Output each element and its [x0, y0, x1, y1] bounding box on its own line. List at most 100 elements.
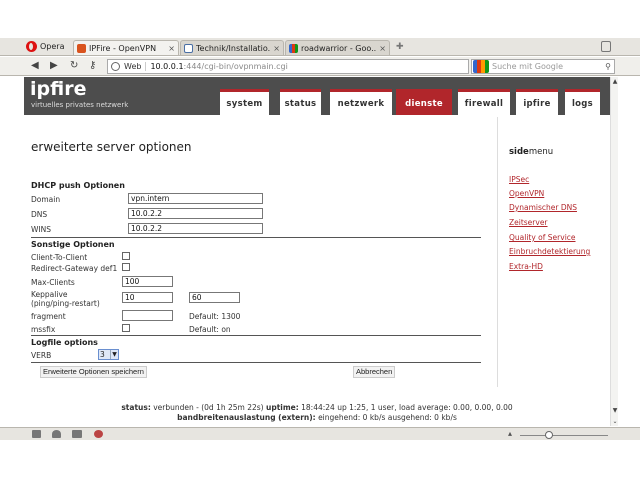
verb-select[interactable]: 3 ▼	[98, 349, 119, 360]
sidemenu-item-openvpn[interactable]: OpenVPN	[509, 189, 544, 198]
vertical-scrollbar[interactable]: ▲ ▼ ⌄	[610, 77, 618, 426]
dhcp-section-heading: DHCP push Optionen	[31, 181, 125, 190]
section-divider	[31, 237, 481, 238]
search-icon[interactable]: ⚲	[605, 62, 611, 71]
sidemenu-item-ipsec[interactable]: IPSec	[509, 175, 529, 184]
section-divider	[31, 362, 481, 363]
dns-input[interactable]	[128, 208, 263, 219]
address-url[interactable]: 10.0.0.1:444/cgi-bin/ovpnmain.cgi	[145, 62, 288, 71]
bandwidth-line: bandbreitenauslastung (extern): eingehen…	[24, 413, 610, 423]
sidemenu-item-ids[interactable]: Einbruchdetektierung	[509, 247, 590, 256]
wins-input[interactable]	[128, 223, 263, 234]
scroll-up-icon[interactable]: ▲	[611, 78, 619, 85]
nav-tab-status[interactable]: status	[280, 89, 321, 115]
keepalive-ping-input[interactable]	[122, 292, 173, 303]
opera-logo-icon	[26, 41, 37, 52]
trash-icon[interactable]	[601, 41, 611, 52]
domain-label: Domain	[31, 195, 61, 204]
sidemenu-item-dynamic-dns[interactable]: Dynamischer DNS	[509, 203, 577, 212]
client-to-client-checkbox[interactable]	[122, 252, 130, 260]
brand-logo[interactable]: ipfire	[30, 78, 86, 100]
status-label: status:	[121, 403, 151, 412]
keepalive-sublabel: (ping/ping-restart)	[31, 299, 100, 308]
section-divider	[31, 335, 481, 336]
key-icon[interactable]: ⚷	[89, 60, 96, 71]
address-bar[interactable]: Web 10.0.0.1:444/cgi-bin/ovpnmain.cgi	[107, 59, 469, 74]
cancel-button[interactable]: Abbrechen	[353, 366, 396, 378]
status-footer: status: verbunden - (0d 1h 25m 22s) upti…	[24, 403, 610, 423]
keepalive-restart-input[interactable]	[189, 292, 240, 303]
wins-label: WINS	[31, 225, 51, 234]
sidemenu-title-bold: side	[509, 147, 529, 157]
turbo-icon[interactable]	[94, 430, 103, 438]
other-section-heading: Sonstige Optionen	[31, 240, 115, 249]
zoom-slider-track[interactable]	[520, 435, 608, 436]
globe-icon	[111, 62, 120, 71]
close-tab-icon[interactable]: ×	[273, 44, 280, 53]
chevron-down-icon: ▼	[110, 350, 118, 359]
close-tab-icon[interactable]: ×	[379, 44, 386, 53]
max-clients-input[interactable]	[122, 276, 173, 287]
fragment-label: fragment	[31, 312, 66, 321]
browser-tab-bar: Opera IPFire - OpenVPN × Technik/Install…	[0, 38, 640, 56]
network-icon[interactable]	[72, 430, 82, 438]
browser-tab-ipfire[interactable]: IPFire - OpenVPN ×	[73, 40, 179, 55]
mssfix-checkbox[interactable]	[122, 324, 130, 332]
sidemenu-item-zeitserver[interactable]: Zeitserver	[509, 218, 548, 227]
google-logo-icon	[473, 60, 489, 73]
status-text: verbunden - (0d 1h 25m 22s)	[153, 403, 264, 412]
url-path: :444/cgi-bin/ovpnmain.cgi	[183, 62, 288, 71]
sidemenu-title-rest: menu	[528, 147, 554, 157]
new-tab-icon[interactable]: ✚	[396, 42, 404, 52]
search-box[interactable]: Suche mit Google ⚲	[471, 59, 615, 74]
cloud-icon[interactable]	[52, 430, 61, 438]
ipfire-header: ipfire virtuelles privates netzwerk syst…	[24, 77, 610, 115]
scroll-down-small-icon[interactable]: ▼	[611, 407, 619, 414]
zoom-out-icon[interactable]: ▴	[508, 429, 512, 438]
save-advanced-options-button[interactable]: Erweiterte Optionen speichern	[40, 366, 147, 378]
page-title: erweiterte server optionen	[31, 140, 192, 154]
url-host: 10.0.0.1	[150, 62, 184, 71]
status-line: status: verbunden - (0d 1h 25m 22s) upti…	[24, 403, 610, 413]
nav-tab-system[interactable]: system	[220, 89, 269, 115]
reload-icon[interactable]: ↻	[70, 60, 78, 71]
ipfire-favicon-icon	[77, 43, 86, 53]
fragment-default: Default: 1300	[189, 312, 241, 321]
scroll-end-icon[interactable]: ⌄	[611, 418, 619, 425]
address-mode-label: Web	[124, 62, 142, 71]
nav-tab-dienste[interactable]: dienste	[396, 89, 452, 115]
tab-title: roadwarrior - Goo...	[301, 43, 377, 53]
forward-arrow-icon[interactable]: ▶	[50, 60, 58, 71]
panel-toggle-icon[interactable]	[32, 430, 41, 438]
bandwidth-text: eingehend: 0 kb/s ausgehend: 0 kb/s	[318, 413, 457, 422]
opera-menu-label: Opera	[40, 42, 65, 51]
search-placeholder: Suche mit Google	[492, 62, 563, 71]
uptime-text: 18:44:24 up 1:25, 1 user, load average: …	[301, 403, 513, 412]
nav-tab-ipfire[interactable]: ipfire	[516, 89, 558, 115]
zoom-slider-handle[interactable]	[545, 431, 553, 439]
sidemenu-title: sidemenu	[509, 147, 553, 157]
domain-input[interactable]	[128, 193, 263, 204]
redirect-gateway-checkbox[interactable]	[122, 263, 130, 271]
back-arrow-icon[interactable]: ◀	[31, 60, 39, 71]
sidemenu-item-qos[interactable]: Quality of Service	[509, 233, 576, 242]
page-favicon-icon	[184, 43, 193, 53]
sidemenu-divider	[497, 117, 498, 387]
nav-tab-firewall[interactable]: firewall	[458, 89, 510, 115]
browser-tab-technik[interactable]: Technik/Installatio... ×	[180, 40, 284, 55]
browser-status-bar: ▴	[0, 427, 640, 440]
sidemenu-item-extra-hd[interactable]: Extra-HD	[509, 262, 543, 271]
browser-nav-bar: ◀ ▶ ↻ ⚷ Web 10.0.0.1:444/cgi-bin/ovpnmai…	[0, 57, 640, 76]
verb-selected-value: 3	[100, 350, 105, 359]
max-clients-label: Max-Clients	[31, 278, 75, 287]
nav-tab-logs[interactable]: logs	[565, 89, 600, 115]
fragment-input[interactable]	[122, 310, 173, 321]
opera-menu-button[interactable]: Opera	[24, 39, 69, 54]
nav-tab-netzwerk[interactable]: netzwerk	[330, 89, 392, 115]
tab-title: Technik/Installatio...	[196, 43, 271, 53]
close-tab-icon[interactable]: ×	[168, 44, 175, 53]
brand-tagline: virtuelles privates netzwerk	[31, 101, 129, 109]
bandwidth-label: bandbreitenauslastung (extern):	[177, 413, 316, 422]
log-section-heading: Logfile options	[31, 338, 98, 347]
browser-tab-google[interactable]: roadwarrior - Goo... ×	[285, 40, 390, 55]
